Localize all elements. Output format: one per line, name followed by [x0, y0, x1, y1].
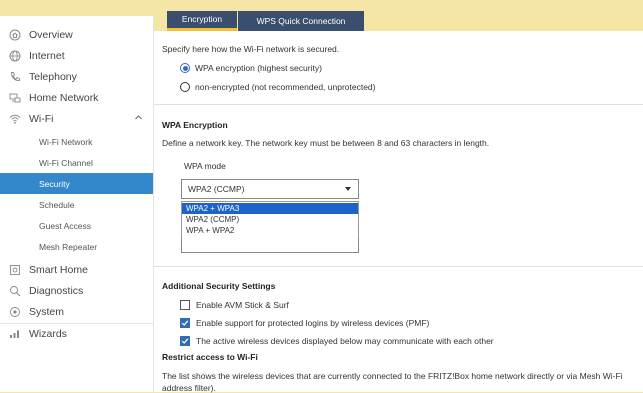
sidebar-item-label: Wi-Fi [29, 112, 54, 125]
additional-security-heading: Additional Security Settings [162, 281, 276, 291]
sidebar-item-overview[interactable]: Overview [0, 24, 153, 45]
sidebar-item-diagnostics[interactable]: Diagnostics [0, 280, 153, 301]
wpa-mode-label: WPA mode [184, 161, 226, 171]
wifi-icon [9, 113, 21, 125]
tab-bar: Encryption WPS Quick Connection [154, 0, 643, 31]
network-key-input[interactable] [181, 238, 359, 253]
radio-non-encrypted[interactable] [180, 82, 190, 92]
main-content: Encryption WPS Quick Connection Specify … [154, 0, 643, 393]
checkmark-icon [181, 338, 189, 344]
smart-home-icon [9, 264, 21, 276]
sidebar-subitem-wifi-network[interactable]: Wi-Fi Network [0, 131, 153, 152]
wpa-encryption-description: Define a network key. The network key mu… [162, 138, 490, 148]
checkbox-avm-stick-surf[interactable] [180, 300, 190, 310]
sidebar-item-label: Wizards [29, 327, 67, 340]
wpa-mode-option-wpa-wpa2[interactable]: WPA + WPA2 [182, 225, 358, 236]
sidebar-subitem-wifi-channel[interactable]: Wi-Fi Channel [0, 152, 153, 173]
sidebar-item-wifi[interactable]: Wi-Fi [0, 108, 153, 129]
sidebar-item-home-network[interactable]: Home Network [0, 87, 153, 108]
radio-wpa-label[interactable]: WPA encryption (highest security) [195, 63, 322, 73]
sidebar-subitem-security[interactable]: Security [0, 173, 153, 194]
restrict-access-description: The list shows the wireless devices that… [162, 371, 623, 381]
globe-icon [9, 50, 21, 62]
checkmark-icon [181, 320, 189, 326]
wpa-encryption-heading: WPA Encryption [162, 120, 228, 130]
wpa-mode-option-wpa2-wpa3[interactable]: WPA2 + WPA3 [182, 203, 358, 214]
checkbox-pmf[interactable] [180, 318, 190, 328]
sidebar-item-label: Diagnostics [29, 284, 84, 297]
sidebar-item-label: Smart Home [29, 263, 88, 276]
intro-text: Specify here how the Wi-Fi network is se… [162, 44, 340, 54]
tab-encryption[interactable]: Encryption [167, 11, 237, 31]
radio-non-encrypted-label[interactable]: non-encrypted (not recommended, unprotec… [195, 82, 376, 92]
sidebar-item-smart-home[interactable]: Smart Home [0, 259, 153, 280]
chevron-down-icon [345, 187, 351, 191]
sidebar-subitem-label: Wi-Fi Network [39, 136, 93, 147]
checkbox-pmf-label[interactable]: Enable support for protected logins by w… [196, 318, 429, 328]
sidebar: Overview Internet Telephony Home Network… [0, 16, 154, 392]
checkbox-communicate[interactable] [180, 336, 190, 346]
checkbox-communicate-label[interactable]: The active wireless devices displayed be… [196, 336, 494, 346]
network-icon [9, 92, 21, 104]
sidebar-subitem-label: Mesh Repeater [39, 241, 98, 252]
wpa-mode-select[interactable]: WPA2 (CCMP) [181, 179, 359, 199]
diagnostics-icon [9, 285, 21, 297]
sidebar-item-wizards[interactable]: Wizards [0, 323, 153, 344]
wizards-icon [9, 328, 21, 340]
tab-wps-quick-connection[interactable]: WPS Quick Connection [238, 11, 364, 31]
system-icon [9, 306, 21, 318]
divider [154, 266, 643, 267]
sidebar-item-label: Overview [29, 28, 73, 41]
wpa-mode-option-wpa2-ccmp[interactable]: WPA2 (CCMP) [182, 214, 358, 225]
sidebar-item-label: Telephony [29, 70, 77, 83]
radio-dot [182, 65, 188, 71]
sidebar-item-telephony[interactable]: Telephony [0, 66, 153, 87]
chevron-up-icon[interactable] [134, 113, 143, 124]
sidebar-item-label: System [29, 305, 65, 318]
sidebar-subitem-label: Security [39, 178, 70, 189]
sidebar-subitem-label: Wi-Fi Channel [39, 157, 93, 168]
wpa-mode-dropdown: WPA2 + WPA3 WPA2 (CCMP) WPA + WPA2 [181, 201, 359, 239]
home-icon [9, 29, 21, 41]
sidebar-item-label: Internet [29, 49, 65, 62]
sidebar-subitem-label: Guest Access [39, 220, 91, 231]
sidebar-subitem-schedule[interactable]: Schedule [0, 194, 153, 215]
radio-wpa-encryption[interactable] [180, 63, 190, 73]
sidebar-item-system[interactable]: System [0, 301, 153, 322]
sidebar-subitem-guest-access[interactable]: Guest Access [0, 215, 153, 236]
sidebar-subitem-label: Schedule [39, 199, 75, 210]
wpa-mode-selected-value: WPA2 (CCMP) [188, 184, 245, 194]
sidebar-subitem-mesh-repeater[interactable]: Mesh Repeater [0, 236, 153, 257]
sidebar-item-internet[interactable]: Internet [0, 45, 153, 66]
divider [154, 104, 643, 105]
sidebar-item-label: Home Network [29, 91, 99, 104]
checkbox-avm-label[interactable]: Enable AVM Stick & Surf [196, 300, 289, 310]
phone-icon [9, 71, 21, 83]
restrict-access-heading: Restrict access to Wi-Fi [162, 352, 258, 362]
